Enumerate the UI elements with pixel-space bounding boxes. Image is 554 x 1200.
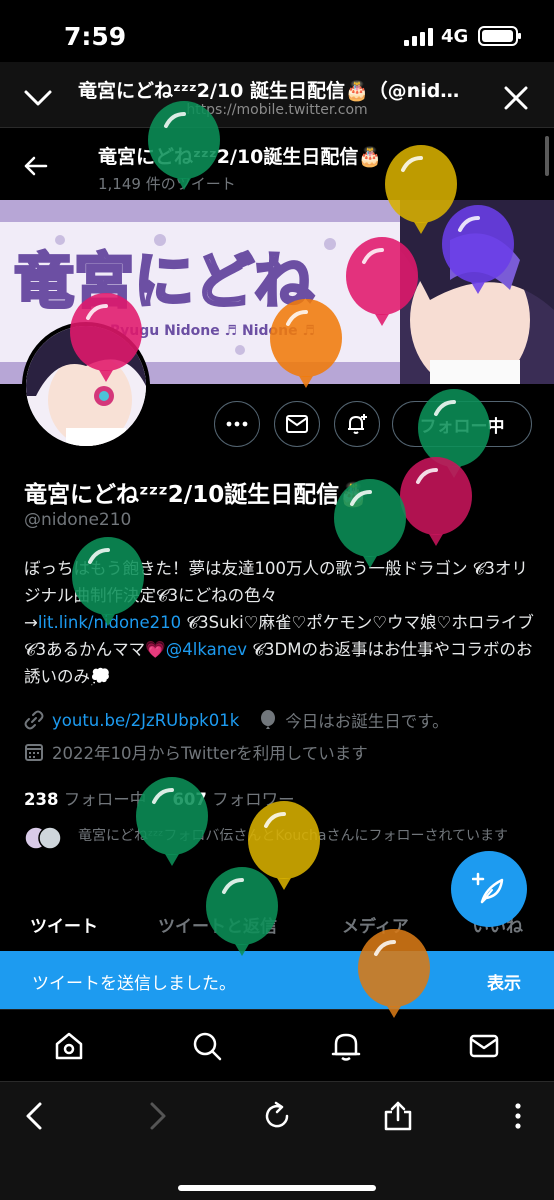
balloon-icon bbox=[261, 710, 276, 729]
more-horizontal-icon bbox=[226, 421, 248, 427]
home-icon[interactable] bbox=[53, 1030, 85, 1062]
user-handle: @nidone210 bbox=[24, 510, 132, 530]
signal-icon bbox=[404, 28, 433, 46]
back-arrow-icon[interactable] bbox=[20, 1100, 52, 1132]
balloon bbox=[248, 801, 320, 890]
battery-icon bbox=[478, 26, 521, 46]
tab-media[interactable]: メディア bbox=[342, 912, 409, 937]
mail-icon bbox=[286, 415, 308, 433]
joined-text: 2022年10月からTwitterを利用しています bbox=[52, 744, 368, 763]
mail-icon[interactable] bbox=[468, 1030, 500, 1062]
toast-view-button[interactable]: 表示 bbox=[487, 969, 521, 994]
following-link[interactable]: 238 フォロー中 bbox=[24, 790, 146, 809]
bio-text: ぼっちはもう飽きた！夢は友達100万人の歌う一般ドラゴン bbox=[24, 559, 468, 578]
browser-url: https://mobile.twitter.com bbox=[186, 102, 368, 118]
bottom-navigation bbox=[0, 1009, 554, 1081]
scrollbar[interactable] bbox=[545, 136, 549, 176]
more-options-button[interactable] bbox=[214, 401, 260, 447]
profile-name-header: 竜宮にどねᶻᶻᶻ2/10誕生日配信🎂 bbox=[98, 146, 383, 168]
status-time: 7:59 bbox=[64, 22, 127, 51]
search-icon[interactable] bbox=[191, 1030, 223, 1062]
home-indicator[interactable] bbox=[178, 1185, 376, 1191]
profile-meta: youtu.be/2JzRUbpk01k 今日はお誕生日です。 bbox=[24, 708, 449, 732]
avatar-art bbox=[26, 326, 146, 446]
birthday-text: 今日はお誕生日です。 bbox=[285, 712, 449, 731]
followers-label: フォロワー bbox=[212, 790, 295, 809]
tab-tweets-replies[interactable]: ツイートと返信 bbox=[158, 912, 277, 937]
close-icon[interactable] bbox=[498, 80, 534, 116]
profile-avatar[interactable] bbox=[22, 322, 150, 450]
website-link[interactable]: youtu.be/2JzRUbpk01k bbox=[52, 711, 239, 730]
following-label: フォロー中 bbox=[63, 790, 147, 809]
network-label: 4G bbox=[441, 26, 469, 47]
forward-arrow-icon[interactable] bbox=[140, 1100, 172, 1132]
bio-link[interactable]: lit.link/nidone210 bbox=[38, 613, 181, 632]
browser-page-title: 竜宮にどねᶻᶻᶻ2/10 誕生日配信🎂（@nid… bbox=[78, 80, 460, 102]
followers-count: 607 bbox=[172, 790, 207, 809]
followers-link[interactable]: 607 フォロワー bbox=[172, 790, 294, 809]
notification-subscribe-button[interactable] bbox=[334, 401, 380, 447]
toast-message: ツイートを送信しました。 bbox=[32, 974, 236, 994]
display-name: 竜宮にどねᶻᶻᶻ2/10誕生日配信🎂 bbox=[24, 482, 368, 508]
bell-icon[interactable] bbox=[330, 1030, 362, 1062]
browser-toolbar bbox=[0, 1081, 554, 1200]
tweet-count: 1,149 件のツイート bbox=[98, 175, 236, 193]
calendar-icon bbox=[25, 744, 43, 761]
message-button[interactable] bbox=[274, 401, 320, 447]
following-count: 238 bbox=[24, 790, 59, 809]
compose-feather-icon bbox=[472, 872, 504, 904]
browser-header: 竜宮にどねᶻᶻᶻ2/10 誕生日配信🎂（@nid… https://mobile… bbox=[0, 62, 554, 128]
balloon bbox=[400, 457, 472, 546]
more-vertical-icon[interactable] bbox=[502, 1100, 534, 1132]
following-button[interactable]: フォロー中 bbox=[392, 401, 532, 447]
compose-tweet-button[interactable] bbox=[451, 851, 527, 927]
followed-by-text[interactable]: 竜宮にどねᶻᶻᶻフォロバ伝さんとKouchaさんにフォローされています bbox=[78, 826, 528, 847]
link-icon bbox=[24, 710, 44, 730]
profile-bio: ぼっちはもう飽きた！夢は友達100万人の歌う一般ドラゴン 𝓒3オリジナル曲制作決… bbox=[24, 555, 534, 690]
share-icon[interactable] bbox=[382, 1100, 414, 1132]
reload-icon[interactable] bbox=[261, 1100, 293, 1132]
profile-meta-joined: 2022年10月からTwitterを利用しています bbox=[24, 740, 368, 764]
back-arrow-icon[interactable] bbox=[20, 150, 52, 182]
toast-notification: ツイートを送信しました。 表示 bbox=[0, 951, 554, 1009]
bio-mention-link[interactable]: @4lkanev bbox=[166, 640, 247, 659]
bio-text: → bbox=[24, 613, 38, 632]
battery-fill bbox=[482, 30, 513, 42]
follow-stats: 238 フォロー中 607 フォロワー bbox=[24, 786, 295, 810]
followed-by-avatars[interactable] bbox=[24, 826, 64, 850]
banner-logo-text: 竜宮にどね bbox=[14, 247, 314, 317]
tab-tweets[interactable]: ツイート bbox=[30, 912, 98, 937]
bell-plus-icon bbox=[348, 414, 367, 434]
svg-text:Ryugu Nidone ♬ Nidone ♬: Ryugu Nidone ♬ Nidone ♬ bbox=[110, 323, 315, 339]
